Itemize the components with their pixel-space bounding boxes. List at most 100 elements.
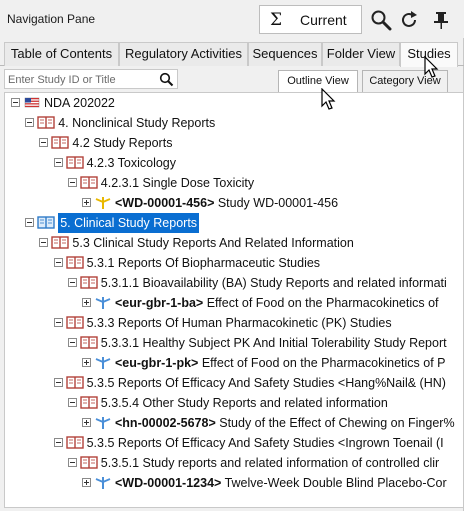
- tree-node[interactable]: 5.3.5.1 Study reports and related inform…: [5, 453, 463, 473]
- tree-node-label: 5.3.5.4 Other Study Reports and related …: [100, 396, 388, 410]
- tab-table-of-contents[interactable]: Table of Contents: [4, 42, 119, 66]
- pin-icon[interactable]: [430, 9, 452, 31]
- book-icon: [65, 255, 84, 270]
- study-search-box[interactable]: [4, 69, 178, 89]
- collapse-icon[interactable]: [53, 318, 63, 327]
- study-blue-icon: [94, 475, 112, 490]
- tree-node[interactable]: 5.3.5 Reports Of Efficacy And Safety Stu…: [5, 433, 463, 453]
- book-icon: [80, 455, 98, 470]
- tree-node-label: 5.3.5.1 Study reports and related inform…: [100, 456, 440, 470]
- search-icon[interactable]: [370, 9, 392, 31]
- study-node[interactable]: <WD-00001-1234> Twelve-Week Double Blind…: [5, 473, 463, 493]
- flag-icon: [23, 95, 41, 110]
- collapse-icon[interactable]: [67, 458, 77, 467]
- tab-sequences[interactable]: Sequences: [248, 42, 322, 66]
- tree-node[interactable]: 5.3.3.1 Healthy Subject PK And Initial T…: [5, 333, 463, 353]
- study-id: <eur-gbr-1-ba>: [115, 296, 204, 310]
- tree-node[interactable]: 5.3 Clinical Study Reports And Related I…: [5, 233, 463, 253]
- study-search-input[interactable]: [8, 72, 158, 87]
- collapse-icon[interactable]: [53, 438, 63, 447]
- study-id: <eu-gbr-1-pk>: [115, 356, 199, 370]
- current-sequence-button[interactable]: Σ Current: [259, 5, 362, 34]
- current-label: Current: [300, 12, 347, 28]
- tab-outline-view[interactable]: Outline View: [278, 70, 358, 92]
- tree-node-label: <WD-00001-1234> Twelve-Week Double Blind…: [115, 473, 447, 493]
- study-title: Study of the Effect of Chewing on Finger…: [215, 416, 455, 430]
- tree-node-label: 5. Clinical Study Reports: [57, 212, 201, 234]
- study-title: Effect of Food on the Pharmacokinetics o…: [198, 356, 446, 370]
- tree-node[interactable]: 4.2.3 Toxicology: [5, 153, 463, 173]
- magnifier-icon[interactable]: [159, 72, 174, 87]
- navigation-pane: Navigation Pane Σ Current Table of Conte…: [0, 0, 464, 511]
- tree-node[interactable]: 4.2 Study Reports: [5, 133, 463, 153]
- pane-title: Navigation Pane: [7, 12, 96, 26]
- expand-icon[interactable]: [82, 418, 91, 427]
- tree-node[interactable]: 4.2.3.1 Single Dose Toxicity: [5, 173, 463, 193]
- book-icon: [51, 235, 70, 250]
- tab-category-view[interactable]: Category View: [362, 70, 448, 92]
- collapse-icon[interactable]: [67, 398, 77, 407]
- collapse-icon[interactable]: [11, 98, 20, 107]
- collapse-icon[interactable]: [39, 238, 49, 247]
- book-icon: [80, 275, 98, 290]
- tree-node-label: 5.3 Clinical Study Reports And Related I…: [72, 236, 354, 250]
- tree-node[interactable]: 4. Nonclinical Study Reports: [5, 113, 463, 133]
- book-icon: [80, 335, 98, 350]
- expand-icon[interactable]: [82, 358, 91, 367]
- collapse-icon[interactable]: [39, 138, 49, 147]
- pane-titlebar: Navigation Pane Σ Current: [0, 0, 464, 38]
- refresh-icon[interactable]: [398, 9, 420, 31]
- study-tree: NDA 202022 4. Nonclinical Study Reports 4.…: [4, 92, 464, 508]
- tree-node[interactable]: 5.3.1.1 Bioavailability (BA) Study Repor…: [5, 273, 463, 293]
- tree-node-label: 5.3.5 Reports Of Efficacy And Safety Stu…: [86, 376, 446, 390]
- tree-node-label: 4.2.3.1 Single Dose Toxicity: [100, 176, 255, 190]
- study-blue-icon: [94, 295, 112, 310]
- tree-node[interactable]: 5.3.5.4 Other Study Reports and related …: [5, 393, 463, 413]
- expand-icon[interactable]: [82, 298, 91, 307]
- tree-node-label: 5.3.5 Reports Of Efficacy And Safety Stu…: [86, 436, 444, 450]
- tree-node[interactable]: 5.3.1 Reports Of Biopharmaceutic Studies: [5, 253, 463, 273]
- collapse-icon[interactable]: [67, 338, 77, 347]
- expand-icon[interactable]: [82, 198, 91, 207]
- collapse-icon[interactable]: [25, 118, 35, 127]
- book-icon: [37, 115, 55, 130]
- tree-node-label: 5.3.3.1 Healthy Subject PK And Initial T…: [100, 336, 447, 350]
- collapse-icon[interactable]: [67, 178, 77, 187]
- tree-node-label: 5.3.3 Reports Of Human Pharmacokinetic (…: [86, 316, 392, 330]
- tree-node[interactable]: NDA 202022: [5, 93, 463, 113]
- study-title: Study WD-00001-456: [214, 196, 339, 210]
- book-icon: [80, 395, 98, 410]
- tab-studies[interactable]: Studies: [400, 42, 458, 67]
- collapse-icon[interactable]: [25, 218, 35, 227]
- tree-node[interactable]: 5.3.5 Reports Of Efficacy And Safety Stu…: [5, 373, 463, 393]
- study-node[interactable]: <WD-00001-456> Study WD-00001-456: [5, 193, 463, 213]
- study-title: Effect of Food on the Pharmacokinetics o…: [203, 296, 439, 310]
- expand-icon[interactable]: [82, 478, 91, 487]
- study-node[interactable]: <hn-00002-5678> Study of the Effect of C…: [5, 413, 463, 433]
- study-id: <WD-00001-456>: [115, 196, 215, 210]
- collapse-icon[interactable]: [53, 378, 63, 387]
- tree-node-label: <WD-00001-456> Study WD-00001-456: [115, 193, 338, 213]
- collapse-icon[interactable]: [53, 258, 63, 267]
- tree-node-label: <eur-gbr-1-ba> Effect of Food on the Pha…: [115, 293, 439, 313]
- study-id: <hn-00002-5678>: [115, 416, 216, 430]
- study-node[interactable]: <eur-gbr-1-ba> Effect of Food on the Pha…: [5, 293, 463, 313]
- tab-folder-view[interactable]: Folder View: [322, 42, 400, 66]
- tree-node[interactable]: 5.3.3 Reports Of Human Pharmacokinetic (…: [5, 313, 463, 333]
- collapse-icon[interactable]: [53, 158, 63, 167]
- collapse-icon[interactable]: [67, 278, 77, 287]
- study-blue-icon: [94, 415, 112, 430]
- tree-node[interactable]: 5. Clinical Study Reports: [5, 212, 463, 234]
- tree-node-label: NDA 202022: [44, 96, 115, 110]
- study-yellow-icon: [94, 195, 112, 210]
- book-icon: [65, 155, 84, 170]
- tree-node-label: 4. Nonclinical Study Reports: [58, 116, 216, 130]
- study-blue-icon: [94, 355, 112, 370]
- tree-node-label: 4.2 Study Reports: [72, 136, 173, 150]
- book-icon: [65, 435, 84, 450]
- tab-regulatory-activities[interactable]: Regulatory Activities: [119, 42, 248, 66]
- book-icon: [65, 375, 84, 390]
- tree-node-label: <eu-gbr-1-pk> Effect of Food on the Phar…: [115, 353, 446, 373]
- study-id: <WD-00001-1234>: [115, 476, 222, 490]
- study-node[interactable]: <eu-gbr-1-pk> Effect of Food on the Phar…: [5, 353, 463, 373]
